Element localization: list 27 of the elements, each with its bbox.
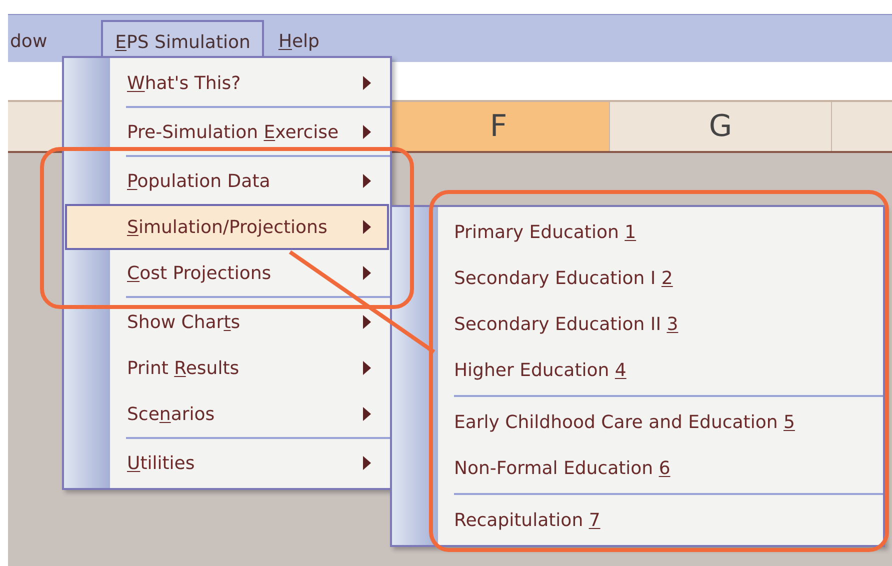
menu-item[interactable]: Secondary Education II 3 (392, 301, 883, 347)
submenu-arrow-icon (363, 125, 371, 139)
submenu-arrow-icon (363, 174, 371, 188)
menu-item[interactable]: Primary Education 1 (392, 209, 883, 255)
menu-item[interactable]: Early Childhood Care and Education 5 (392, 399, 883, 445)
menu-item[interactable]: Show Charts (65, 299, 389, 345)
menu-item[interactable]: Print Results (65, 345, 389, 391)
submenu-arrow-icon (363, 456, 371, 470)
menu-item[interactable]: Cost Projections (65, 250, 389, 296)
menu-bar-item[interactable]: dow (8, 20, 62, 62)
submenu-arrow-icon (363, 407, 371, 421)
submenu-arrow-icon (363, 266, 371, 280)
menu-item[interactable]: Non-Formal Education 6 (392, 445, 883, 491)
submenu-arrow-icon (363, 76, 371, 90)
submenu-arrow-icon (363, 361, 371, 375)
menu-bar-item[interactable]: Help (264, 20, 334, 62)
menu-item[interactable]: Scenarios (65, 391, 389, 437)
menu-item[interactable]: Higher Education 4 (392, 347, 883, 393)
submenu-arrow-icon (363, 315, 371, 329)
menu-item[interactable]: What's This? (65, 60, 389, 106)
menu-item[interactable]: Recapitulation 7 (392, 497, 883, 543)
menu-item[interactable]: Utilities (65, 440, 389, 486)
menu-item[interactable]: Pre-Simulation Exercise (65, 109, 389, 155)
menu-item[interactable]: Secondary Education I 2 (392, 255, 883, 301)
menu-item[interactable]: Simulation/Projections (65, 204, 389, 250)
menu-item[interactable]: Population Data (65, 158, 389, 204)
submenu-arrow-icon (363, 220, 371, 234)
